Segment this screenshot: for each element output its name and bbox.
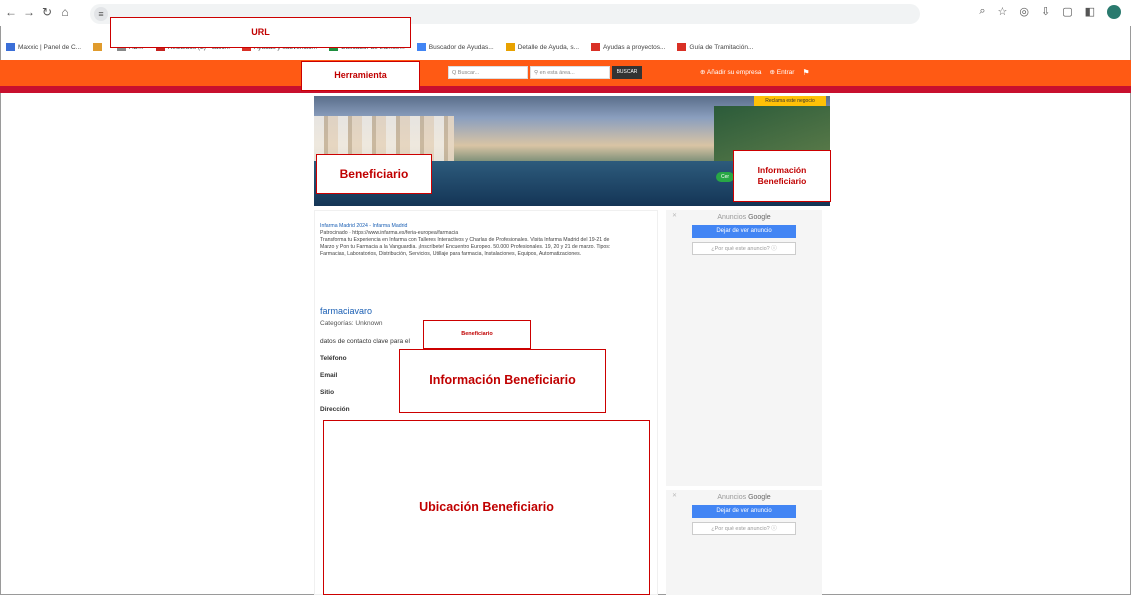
bookmark-favicon-icon bbox=[93, 43, 103, 51]
site-info-icon[interactable]: ≡ bbox=[94, 7, 108, 21]
home-icon[interactable]: ⌂ bbox=[58, 5, 72, 19]
tab-search-icon[interactable]: ▢ bbox=[1062, 5, 1072, 19]
location-input[interactable]: ⚲ en esta área... bbox=[530, 66, 610, 79]
bookmark-favicon-icon bbox=[505, 43, 515, 51]
sponsored-url[interactable]: Patrocinado · https://www.infarma.es/fer… bbox=[320, 230, 620, 237]
bookmark-label: Detalle de Ayuda, s... bbox=[517, 43, 580, 51]
ads-label-brand: Google bbox=[748, 494, 771, 501]
back-icon[interactable]: ← bbox=[4, 5, 18, 19]
bookmark-item[interactable]: Ayudas a proyectos... bbox=[591, 43, 665, 51]
extension-icon[interactable]: ◎ bbox=[1019, 5, 1029, 19]
contact-list: datos de contacto clave para el Teléfono… bbox=[320, 338, 410, 423]
contact-intro: datos de contacto clave para el bbox=[320, 338, 410, 345]
ad-close-icon[interactable]: ✕ bbox=[672, 212, 677, 219]
flag-icon[interactable]: ⚑ bbox=[802, 68, 809, 77]
reload-icon[interactable]: ↻ bbox=[40, 5, 54, 19]
contact-field-site: Sitio bbox=[320, 389, 335, 396]
bookmark-label: Maxxic | Panel de C... bbox=[18, 43, 82, 51]
contact-field-email: Email bbox=[320, 372, 338, 379]
bookmark-item[interactable]: Guía de Tramitación... bbox=[677, 43, 753, 51]
why-ad-button[interactable]: ¿Por qué este anuncio? ⓘ bbox=[692, 522, 796, 535]
site-header-stripe bbox=[0, 86, 1131, 93]
bookmark-label: Ayudas a proyectos... bbox=[603, 43, 666, 51]
business-name[interactable]: farmaciavaro bbox=[320, 306, 372, 316]
annotation-url: URL bbox=[110, 17, 411, 48]
pin-icon: ⚲ bbox=[534, 70, 539, 76]
annotation-tool: Herramienta bbox=[301, 61, 420, 91]
login-link[interactable]: ⊕ Entrar bbox=[769, 68, 794, 77]
toolbar-actions: ⌕ ☆ ◎ ⇩ ▢ ◧ bbox=[979, 5, 1121, 19]
ad-close-icon[interactable]: ✕ bbox=[672, 492, 677, 499]
bookmark-item[interactable]: Maxxic | Panel de C... bbox=[6, 43, 81, 51]
ads-label: Anuncios Google bbox=[666, 494, 822, 501]
star-icon[interactable]: ☆ bbox=[997, 5, 1007, 19]
bookmark-label: Buscador de Ayudas... bbox=[428, 43, 494, 51]
annotation-beneficiary-hero: Beneficiario bbox=[316, 154, 432, 194]
login-label: Entrar bbox=[776, 69, 795, 76]
sidebar-icon[interactable]: ◧ bbox=[1085, 5, 1095, 19]
stop-ad-button[interactable]: Dejar de ver anuncio bbox=[692, 225, 796, 238]
sponsored-ad: Infarma Madrid 2024 - Infarma Madrid Pat… bbox=[320, 223, 620, 258]
bookmark-item[interactable]: Detalle de Ayuda, s... bbox=[505, 43, 580, 51]
bookmark-favicon-icon bbox=[591, 43, 601, 51]
bookmark-favicon-icon bbox=[416, 43, 426, 51]
add-company-label: Añadir su empresa bbox=[706, 69, 762, 76]
location-placeholder: en esta área... bbox=[539, 70, 575, 76]
profile-avatar[interactable] bbox=[1107, 5, 1121, 19]
forward-icon[interactable]: → bbox=[22, 5, 36, 19]
bookmark-item[interactable] bbox=[93, 43, 105, 51]
annotation-beneficiary-info-hero: Información Beneficiario bbox=[733, 150, 831, 202]
ad-panel: ✕ Anuncios Google Dejar de ver anuncio ¿… bbox=[666, 490, 822, 595]
search-input[interactable]: Q Buscar... bbox=[448, 66, 528, 79]
why-ad-button[interactable]: ¿Por qué este anuncio? ⓘ bbox=[692, 242, 796, 255]
claim-business-badge[interactable]: Reclama este negocio bbox=[754, 96, 826, 106]
sponsored-body: Transforma tu Experiencia en Infarma con… bbox=[320, 237, 611, 257]
bookmark-favicon-icon bbox=[6, 43, 15, 51]
annotation-beneficiary-location: Ubicación Beneficiario bbox=[323, 420, 650, 595]
annotation-beneficiary-small: Beneficiario bbox=[423, 320, 531, 349]
contact-field-phone: Teléfono bbox=[320, 355, 347, 362]
ads-label-prefix: Anuncios bbox=[717, 214, 747, 221]
header-links: ⊕ Añadir su empresa ⊕ Entrar ⚑ bbox=[700, 68, 810, 77]
zoom-icon[interactable]: ⌕ bbox=[979, 5, 985, 19]
ad-panel: ✕ Anuncios Google Dejar de ver anuncio ¿… bbox=[666, 210, 822, 486]
bookmark-favicon-icon bbox=[677, 43, 687, 51]
ads-label-brand: Google bbox=[748, 214, 771, 221]
add-company-link[interactable]: ⊕ Añadir su empresa bbox=[700, 68, 761, 77]
ads-label: Anuncios Google bbox=[666, 214, 822, 221]
business-category: Categorías: Unknown bbox=[320, 320, 383, 327]
status-badge: Cer bbox=[716, 172, 734, 182]
ads-label-prefix: Anuncios bbox=[717, 494, 747, 501]
bookmark-label: Guía de Tramitación... bbox=[689, 43, 754, 51]
downloads-icon[interactable]: ⇩ bbox=[1041, 5, 1050, 19]
sponsored-title[interactable]: Infarma Madrid 2024 - Infarma Madrid bbox=[320, 223, 620, 230]
stop-ad-button[interactable]: Dejar de ver anuncio bbox=[692, 505, 796, 518]
bookmark-item[interactable]: Buscador de Ayudas... bbox=[416, 43, 494, 51]
annotation-beneficiary-info: Información Beneficiario bbox=[399, 349, 606, 413]
search-button[interactable]: BUSCAR bbox=[612, 66, 642, 79]
